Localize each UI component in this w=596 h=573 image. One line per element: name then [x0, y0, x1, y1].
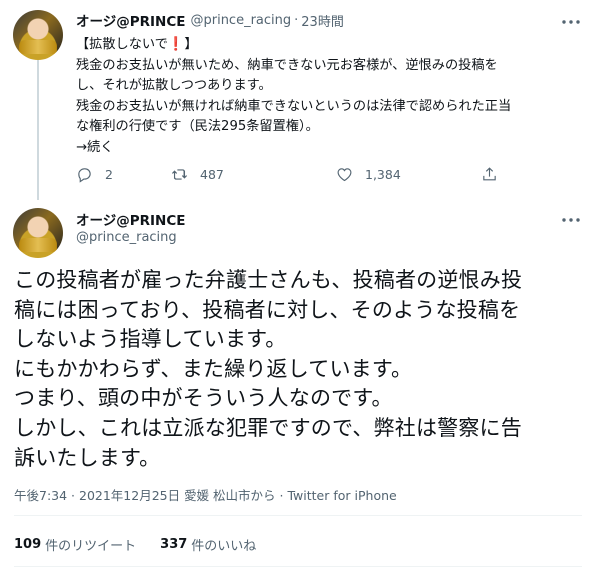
separator-dot: · [294, 12, 299, 28]
more-icon[interactable] [560, 12, 582, 32]
tweet-text-line: 訴いたします。 [14, 445, 161, 470]
retweet-stat-label: 件のリツイート [45, 539, 137, 554]
tweet-text-line: にもかかわらず、また繰り返しています。 [14, 356, 413, 381]
tweet-text-line: 稿には困っており、投稿者に対し、そのような投稿を [14, 297, 521, 322]
tweet-text-segment: 【拡散しないで [76, 37, 168, 52]
tweet-meta-info[interactable]: 午後7:34 · 2021年12月25日 愛媛 松山市から · Twitter … [14, 485, 397, 504]
tweet-detail-page: オージ@PRINCE @prince_racing · 23時間 【拡散しないで… [0, 0, 596, 573]
divider [14, 515, 582, 516]
tweet-text-line: つまり、頭の中がそういう人なのです。 [14, 386, 393, 411]
display-name[interactable]: オージ@PRINCE [76, 209, 185, 229]
retweet-count: 487 [200, 166, 224, 182]
retweet-icon [172, 168, 187, 180]
display-name[interactable]: オージ@PRINCE [76, 10, 185, 30]
tweet-text-line: 【拡散しないで❗】 [76, 35, 576, 56]
thread-connector-line [37, 60, 39, 200]
like-stat-label: 件のいいね [191, 539, 257, 554]
user-handle[interactable]: @prince_racing [76, 230, 177, 245]
tweet-text-line: し、それが拡散しつつあります。 [76, 78, 272, 93]
tweet-actions-bar: 2 487 1,384 [76, 162, 546, 186]
tweet-text-segment: 】 [184, 37, 198, 52]
tweet-text-line: しないよう指導しています。 [14, 327, 287, 352]
avatar[interactable] [13, 208, 63, 258]
timestamp[interactable]: 23時間 [301, 11, 344, 30]
tweet-text-line: →続く [76, 139, 114, 155]
engagement-stats: 109 件のリツイート 337 件のいいね [14, 535, 280, 554]
tweet-text-line: この投稿者が雇った弁護士さんも、投稿者の逆恨み投 [14, 268, 523, 292]
tweet-text-line: 残金のお支払いが無いため、納車できない元お客様が、逆恨みの投稿を [76, 57, 498, 73]
exclamation-emoji: ❗ [167, 37, 185, 52]
share-icon [483, 166, 496, 180]
more-icon[interactable] [560, 210, 582, 230]
user-handle[interactable]: @prince_racing [190, 13, 291, 28]
like-stat[interactable]: 337 件のいいね [160, 535, 256, 554]
tweet-text-line: 残金のお支払いが無ければ納車できないというのは法律で認められた正当 [76, 98, 512, 114]
retweet-button[interactable]: 487 [171, 166, 224, 183]
reply-button[interactable]: 2 [76, 166, 113, 183]
like-icon [337, 167, 352, 181]
parent-tweet-header: オージ@PRINCE @prince_racing · 23時間 [76, 10, 344, 31]
parent-tweet[interactable]: オージ@PRINCE @prince_racing · 23時間 【拡散しないで… [0, 0, 596, 200]
divider [14, 566, 582, 567]
tweet-text-line: な権利の行使です（民法295条留置権）。 [76, 119, 319, 134]
parent-tweet-text: 【拡散しないで❗】 残金のお支払いが無いため、納車できない元お客様が、逆恨みの投… [76, 35, 576, 158]
avatar[interactable] [13, 10, 63, 60]
tweet-text-line: しかし、これは立派な犯罪ですので、弊社は警察に告 [14, 415, 522, 440]
reply-icon [78, 167, 91, 183]
main-tweet-text: この投稿者が雇った弁護士さんも、投稿者の逆恨み投 稿には困っており、投稿者に対し… [14, 266, 584, 473]
like-count: 1,384 [365, 166, 401, 182]
share-button[interactable] [481, 166, 498, 183]
like-button[interactable]: 1,384 [336, 166, 401, 183]
reply-count: 2 [105, 166, 113, 182]
like-stat-count: 337 [160, 537, 188, 552]
retweet-stat[interactable]: 109 件のリツイート [14, 535, 136, 554]
retweet-stat-count: 109 [14, 537, 42, 552]
